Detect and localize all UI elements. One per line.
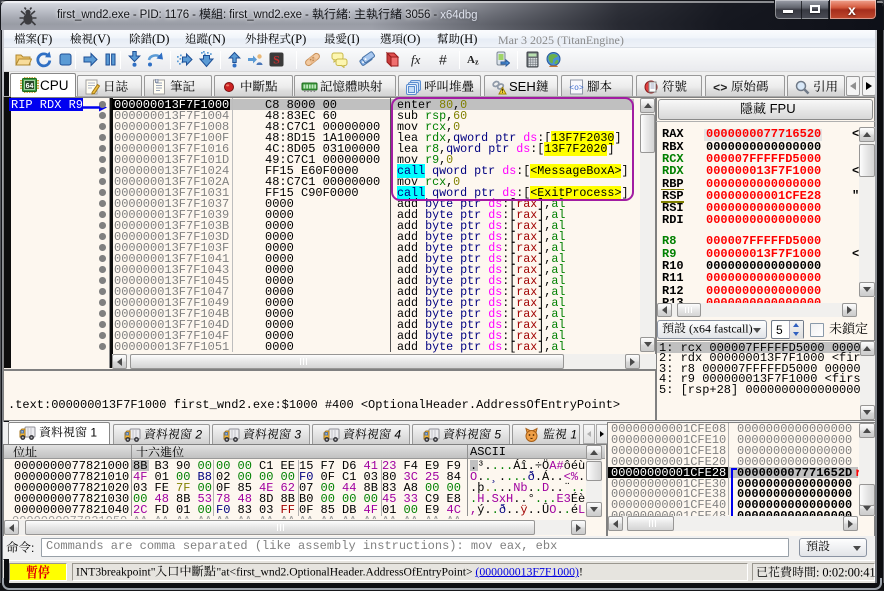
svg-text:<>: <>	[713, 82, 727, 96]
svg-text:64: 64	[26, 83, 34, 90]
svg-text:<o>: <o>	[569, 84, 584, 93]
svg-text:z: z	[475, 58, 479, 67]
svg-text:A: A	[467, 54, 475, 66]
svg-text:S: S	[273, 53, 280, 67]
svg-text:#: #	[439, 52, 447, 68]
svg-text:fx: fx	[411, 52, 421, 67]
svg-text:!: !	[502, 89, 504, 95]
